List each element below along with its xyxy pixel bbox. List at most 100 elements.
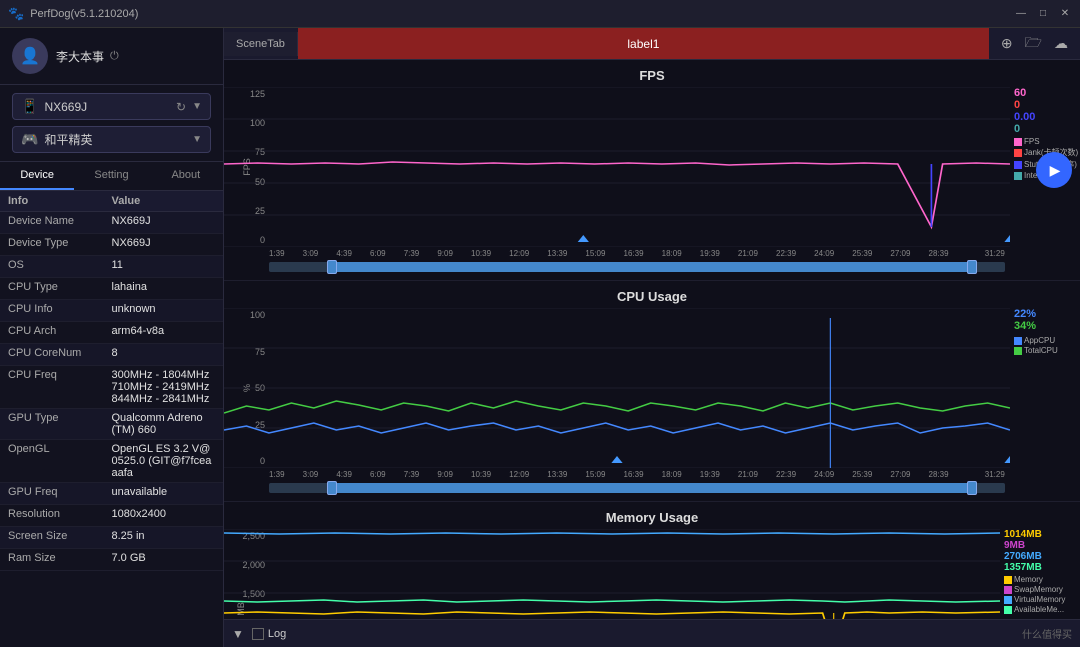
- info-row: Device NameNX669J: [0, 212, 223, 234]
- info-val: 8: [112, 347, 216, 359]
- info-key: CPU Info: [8, 303, 112, 315]
- available-value: 1357MB: [1004, 562, 1080, 573]
- watermark: 什么值得买: [1022, 626, 1072, 641]
- interframe-value: 0: [1014, 123, 1080, 135]
- info-val: lahaina: [112, 281, 216, 293]
- tab-bar: Device Setting About: [0, 162, 223, 191]
- info-row: Device TypeNX669J: [0, 234, 223, 256]
- user-info: 李大本事 ⏻: [56, 48, 119, 65]
- main-content: SceneTab label1 ⊕ 🗁 ☁ FPS 125 100 75 50: [224, 28, 1080, 647]
- cpu-scroll-handle-right[interactable]: [967, 481, 977, 495]
- info-val: 1080x2400: [112, 508, 216, 520]
- info-key: Ram Size: [8, 552, 112, 564]
- info-val: 300MHz - 1804MHz 710MHz - 2419MHz 844MHz…: [112, 369, 216, 405]
- swap-value: 9MB: [1004, 540, 1080, 551]
- info-key: GPU Type: [8, 412, 112, 424]
- memory-chart-section: Memory Usage 2,500 2,000 1,500 1,000 500…: [224, 502, 1080, 619]
- info-key: OS: [8, 259, 112, 271]
- window-controls: — □ ✕: [1014, 7, 1072, 21]
- info-row: CPU Infounknown: [0, 300, 223, 322]
- fps-value: 60: [1014, 87, 1080, 99]
- log-toggle[interactable]: Log: [252, 628, 286, 640]
- app-title: PerfDog(v5.1.210204): [30, 8, 138, 20]
- info-col1-header: Info: [8, 195, 112, 207]
- mem-legend-memory: Memory: [1014, 575, 1043, 584]
- info-row: GPU TypeQualcomm Adreno (TM) 660: [0, 409, 223, 440]
- refresh-icon[interactable]: ↻: [176, 100, 186, 114]
- chevron-down-icon: ▼: [192, 101, 202, 112]
- tab-device[interactable]: Device: [0, 162, 74, 190]
- memory-value: 1014MB: [1004, 529, 1080, 540]
- app-dropdown[interactable]: 🎮 和平精英 ▼: [12, 126, 211, 153]
- info-key: CPU Type: [8, 281, 112, 293]
- fps-chart-title: FPS: [224, 68, 1080, 83]
- cpu-scroll-bar[interactable]: [269, 483, 1005, 493]
- info-row: GPU Frequnavailable: [0, 483, 223, 505]
- info-val: 8.25 in: [112, 530, 216, 542]
- bottom-bar: ▼ Log 什么值得买: [224, 619, 1080, 647]
- avatar: 👤: [12, 38, 48, 74]
- fps-scroll-bar[interactable]: [269, 262, 1005, 272]
- app-icon: 🐾: [8, 6, 24, 22]
- info-row: CPU CoreNum8: [0, 344, 223, 366]
- username: 李大本事: [56, 48, 104, 65]
- cpu-chart-title: CPU Usage: [224, 289, 1080, 304]
- down-icon[interactable]: ▼: [232, 627, 244, 641]
- sidebar: 👤 李大本事 ⏻ 📱 NX669J ↻ ▼ 🎮 和平精英 ▼ Device: [0, 28, 224, 647]
- cpu-x-axis: 1:393:094:396:097:399:0910:3912:0913:391…: [224, 468, 1080, 481]
- cloud-icon[interactable]: ☁: [1054, 35, 1068, 52]
- info-key: Device Type: [8, 237, 112, 249]
- fps-x-axis: 1:393:094:396:097:399:0910:3912:0913:391…: [224, 247, 1080, 260]
- cpu-chart-canvas: [224, 308, 1010, 468]
- power-icon[interactable]: ⏻: [110, 50, 119, 63]
- memory-chart-title: Memory Usage: [224, 510, 1080, 525]
- folder-icon[interactable]: 🗁: [1025, 32, 1042, 56]
- app-cpu-value: 22%: [1014, 308, 1080, 320]
- tab-about[interactable]: About: [149, 162, 223, 190]
- info-val: arm64-v8a: [112, 325, 216, 337]
- cpu-legend-app: AppCPU: [1024, 336, 1055, 345]
- info-val: NX669J: [112, 215, 216, 227]
- maximize-button[interactable]: □: [1036, 7, 1050, 21]
- tab-setting[interactable]: Setting: [74, 162, 148, 190]
- info-key: CPU CoreNum: [8, 347, 112, 359]
- jank-value: 0: [1014, 99, 1080, 111]
- info-key: GPU Freq: [8, 486, 112, 498]
- location-icon[interactable]: ⊕: [1001, 35, 1013, 52]
- close-button[interactable]: ✕: [1058, 7, 1072, 21]
- log-checkbox[interactable]: [252, 628, 264, 640]
- cpu-legend-total: TotalCPU: [1024, 346, 1058, 355]
- title-bar-left: 🐾 PerfDog(v5.1.210204): [8, 6, 138, 22]
- cpu-svg: [224, 308, 1010, 468]
- info-val: unavailable: [112, 486, 216, 498]
- topbar-icons: ⊕ 🗁 ☁: [989, 32, 1080, 56]
- info-row: Ram Size7.0 GB: [0, 549, 223, 571]
- fps-scroll-handle-right[interactable]: [967, 260, 977, 274]
- minimize-button[interactable]: —: [1014, 7, 1028, 21]
- info-val: NX669J: [112, 237, 216, 249]
- top-bar: SceneTab label1 ⊕ 🗁 ☁: [224, 28, 1080, 60]
- app-icon-small: 🎮: [21, 131, 38, 148]
- watermark-text: 什么值得买: [1022, 630, 1072, 641]
- info-val: unknown: [112, 303, 216, 315]
- device-label: NX669J: [44, 100, 170, 114]
- mem-legend-swap: SwapMemory: [1014, 585, 1063, 594]
- info-key: Device Name: [8, 215, 112, 227]
- main-layout: 👤 李大本事 ⏻ 📱 NX669J ↻ ▼ 🎮 和平精英 ▼ Device: [0, 28, 1080, 647]
- title-bar: 🐾 PerfDog(v5.1.210204) — □ ✕: [0, 0, 1080, 28]
- app-label: 和平精英: [44, 131, 186, 148]
- info-key: OpenGL: [8, 443, 112, 455]
- memory-chart-canvas: [224, 529, 1000, 619]
- virtual-value: 2706MB: [1004, 551, 1080, 562]
- info-row: CPU Archarm64-v8a: [0, 322, 223, 344]
- memory-svg: [224, 529, 1000, 619]
- label-tab[interactable]: label1: [298, 28, 989, 59]
- play-button[interactable]: [1036, 152, 1072, 188]
- fps-scroll-handle-left[interactable]: [327, 260, 337, 274]
- info-val: 11: [112, 259, 216, 271]
- device-dropdown[interactable]: 📱 NX669J ↻ ▼: [12, 93, 211, 120]
- cpu-scroll-handle-left[interactable]: [327, 481, 337, 495]
- info-row: CPU Freq300MHz - 1804MHz 710MHz - 2419MH…: [0, 366, 223, 409]
- scene-tab[interactable]: SceneTab: [224, 32, 298, 56]
- fps-chart-section: FPS 125 100 75 50 25 0 FPS: [224, 60, 1080, 281]
